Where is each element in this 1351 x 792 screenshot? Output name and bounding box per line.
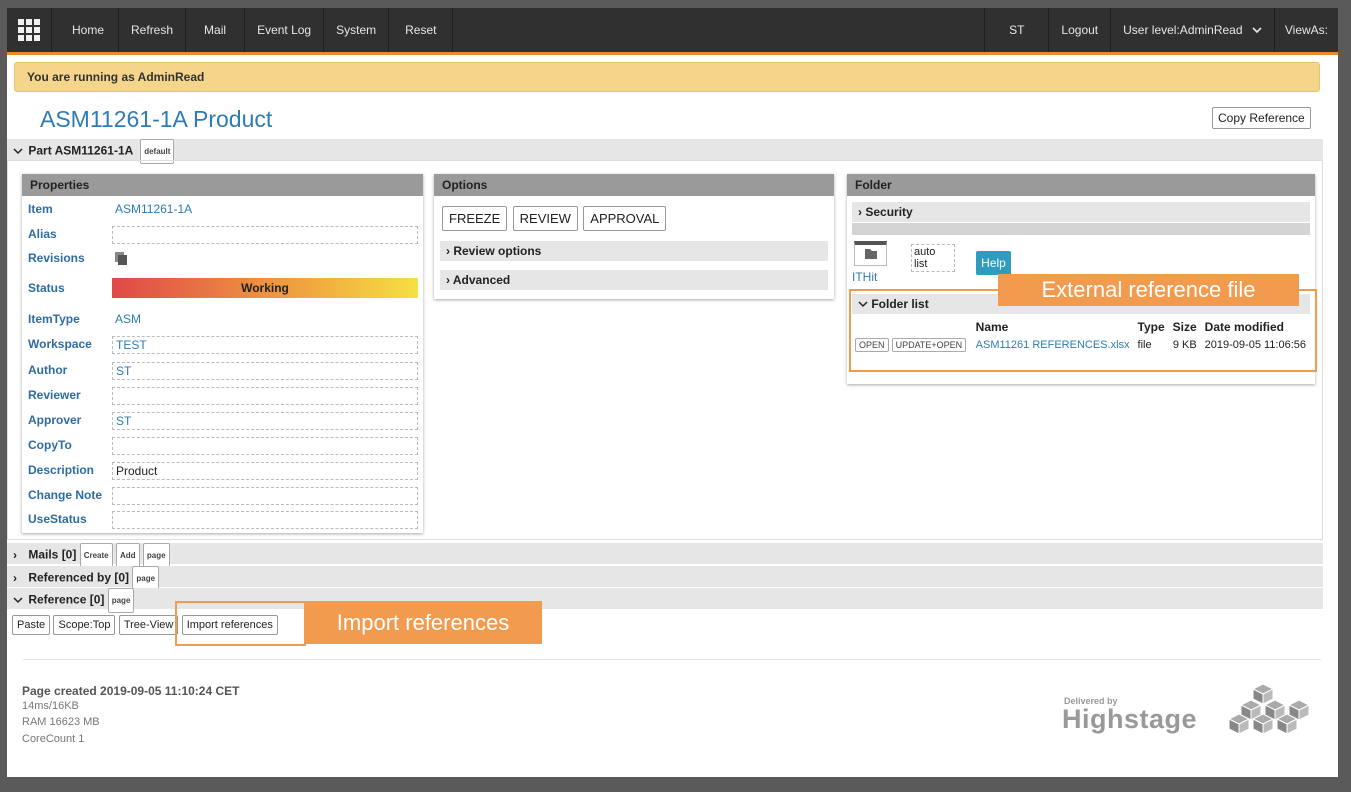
change-note-field[interactable] [112,487,418,505]
author-field[interactable]: ST [112,362,418,380]
chevron-right-icon: › [858,205,862,219]
alias-field[interactable] [112,226,418,244]
nav-system[interactable]: System [324,8,390,52]
nav-reset[interactable]: Reset [389,8,454,52]
prop-label: Reviewer [28,388,81,402]
page-corecount: CoreCount 1 [22,733,85,745]
part-section-label: Part ASM11261-1A [28,143,133,158]
nav-home[interactable]: Home [52,8,120,52]
review-options-label: Review options [453,244,542,258]
status-badge: Working [112,278,418,298]
properties-panel: Properties Item ASM11261-1A Alias Revisi… [22,174,423,533]
prop-label: Change Note [28,488,103,502]
approval-button[interactable]: APPROVAL [583,206,667,231]
review-button[interactable]: REVIEW [512,206,578,231]
workspace-field[interactable]: TEST [112,336,418,354]
description-field[interactable]: Product [112,462,418,480]
reference-label: Reference [0] [28,592,105,607]
chevron-down-icon [1252,8,1262,52]
revisions-icon[interactable] [114,251,130,270]
help-button[interactable]: Help [976,251,1011,275]
mails-label: Mails [0] [28,547,77,562]
highstage-logo: Delivered by Highstage [1062,683,1314,756]
part-section-header[interactable]: Part ASM11261-1A default [7,139,1323,164]
folder-icon[interactable] [854,241,887,266]
copyto-field[interactable] [112,437,418,455]
review-options-toggle[interactable]: › Review options [440,241,828,261]
approver-field[interactable]: ST [112,412,418,430]
page-created: Page created 2019-09-05 11:10:24 CET [22,684,240,698]
chevron-right-icon: › [446,273,450,287]
mail-create-button[interactable]: Create [79,543,113,568]
import-references-callout: Import references [304,601,542,644]
prop-label: CopyTo [28,438,72,452]
advanced-label: Advanced [452,273,511,287]
prop-label: ItemType [28,312,80,326]
folder-header: Folder [847,174,1315,196]
reference-page-button[interactable]: page [107,588,135,613]
options-header: Options [434,174,834,196]
chevron-down-icon [13,141,25,162]
nav-refresh[interactable]: Refresh [119,8,187,52]
chevron-right-icon: › [446,244,450,258]
top-navigation-bar: Home Refresh Mail Event Log System Reset… [7,8,1338,55]
reviewer-field[interactable] [112,387,418,405]
app-window: Home Refresh Mail Event Log System Reset… [7,8,1338,777]
security-divider [852,223,1310,235]
mail-page-button[interactable]: page [142,543,170,568]
list-option[interactable]: list [914,258,952,270]
footer-divider [23,659,1321,660]
prop-label: Revisions [28,251,85,265]
scope-top-button[interactable]: Scope:Top [53,615,116,635]
referenced-by-section-header[interactable]: › Referenced by [0] page [7,566,1323,591]
security-label: Security [865,205,913,219]
page-timing: 14ms/16KB [22,700,79,712]
user-level-label: User level:AdminRead [1123,23,1243,37]
item-value[interactable]: ASM11261-1A [112,201,418,219]
options-panel: Options FREEZE REVIEW APPROVAL › Review … [434,174,834,299]
nav-mail[interactable]: Mail [186,8,246,52]
prop-label: Alias [28,227,57,241]
chevron-right-icon: › [13,570,17,585]
prop-label: Status [28,281,65,295]
nav-user-level[interactable]: User level:AdminRead [1110,8,1274,52]
chevron-down-icon [13,590,25,611]
prop-label: Workspace [28,337,92,351]
mails-section-header[interactable]: › Mails [0] Create Add page [7,543,1323,568]
external-reference-callout: External reference file [998,274,1299,306]
prop-label: Approver [28,413,82,427]
cubes-logo-icon [1211,682,1315,749]
freeze-button[interactable]: FREEZE [442,206,508,231]
copy-reference-button[interactable]: Copy Reference [1212,107,1311,129]
auto-option[interactable]: auto [914,246,952,258]
view-mode-options[interactable]: auto list [911,244,955,272]
import-references-highlight [175,601,306,646]
prop-label: Author [28,363,68,377]
mail-add-button[interactable]: Add [115,543,140,568]
admin-banner: You are running as AdminRead [14,62,1320,92]
paste-button[interactable]: Paste [12,615,51,635]
page-ram: RAM 16623 MB [22,716,100,728]
nav-logout[interactable]: Logout [1048,8,1110,52]
prop-label: Description [28,463,95,477]
usestatus-field[interactable] [112,511,418,529]
brand-name: Highstage [1062,704,1198,734]
referenced-by-label: Referenced by [0] [28,570,130,585]
page-title: ASM11261-1A Product [40,106,273,132]
tree-view-button[interactable]: Tree-View [118,615,179,635]
ithit-link[interactable]: ITHit [852,270,877,284]
nav-event-log[interactable]: Event Log [245,8,325,52]
apps-grid-icon[interactable] [7,8,52,52]
properties-header: Properties [22,174,423,196]
nav-view-as[interactable]: ViewAs: [1273,8,1338,52]
prop-label: Item [28,202,53,216]
nav-user-initials[interactable]: ST [984,8,1048,52]
itemtype-value[interactable]: ASM [112,311,418,329]
security-toggle[interactable]: › Security [852,202,1310,222]
chevron-right-icon: › [13,547,17,562]
prop-label: UseStatus [28,512,87,526]
advanced-toggle[interactable]: › Advanced [440,270,828,290]
